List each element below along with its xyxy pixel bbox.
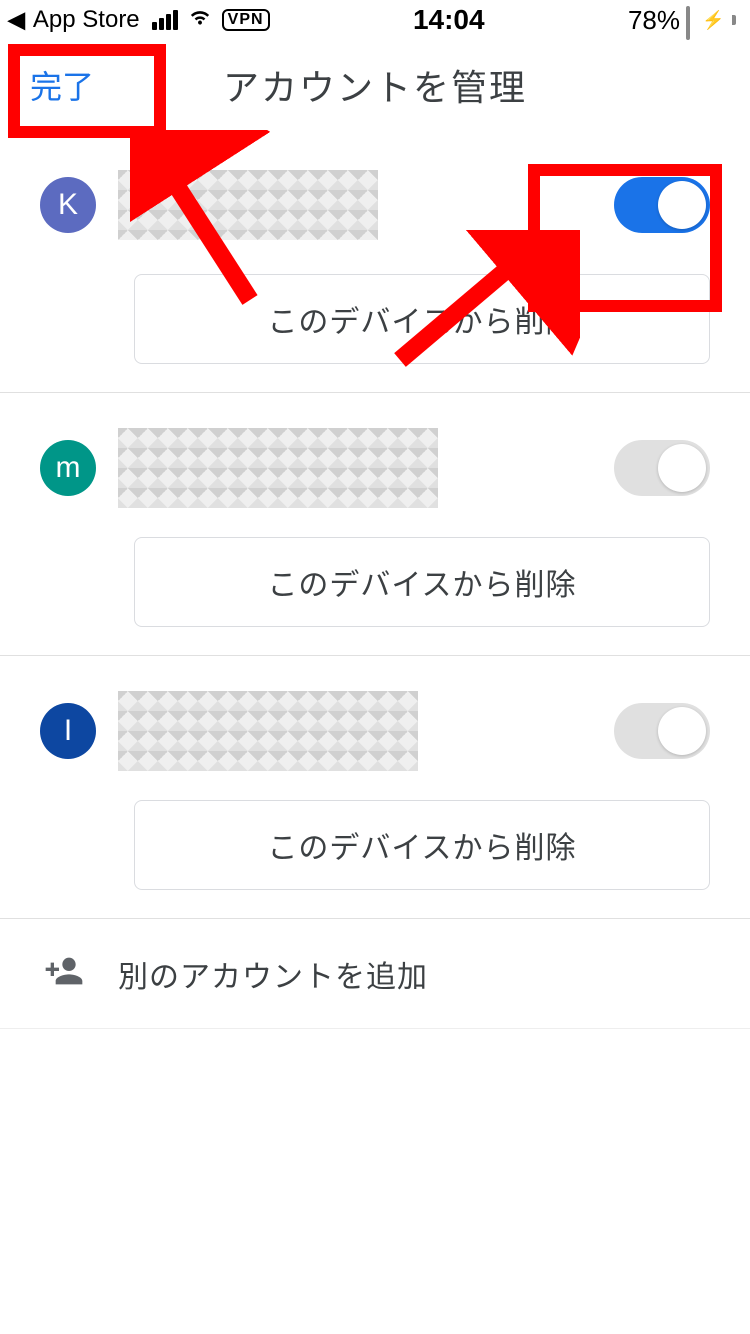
- back-app-label[interactable]: App Store: [33, 6, 140, 34]
- account-name-redacted-1: [118, 428, 438, 508]
- account-name-redacted-2: [118, 691, 418, 771]
- page-title: アカウントを管理: [223, 59, 527, 111]
- account-name-redacted-0: [118, 170, 378, 240]
- account-section-0: K このデバイスから削除: [0, 130, 750, 393]
- account-section-2: I このデバイスから削除: [0, 656, 750, 919]
- account-info-2: [118, 691, 592, 771]
- remove-device-button-0[interactable]: このデバイスから削除: [134, 274, 710, 364]
- add-account-row[interactable]: 別のアカウントを追加: [0, 919, 750, 1029]
- battery-percent: 78%: [628, 5, 680, 36]
- vpn-badge: VPN: [222, 9, 270, 31]
- account-row-2: I: [0, 686, 750, 776]
- account-toggle-1[interactable]: [614, 440, 710, 496]
- add-account-label: 別のアカウントを追加: [118, 952, 428, 996]
- status-time: 14:04: [413, 4, 485, 36]
- cellular-signal-icon: [152, 10, 178, 30]
- wifi-icon: [186, 3, 214, 38]
- avatar-0[interactable]: K: [40, 177, 96, 233]
- account-toggle-2[interactable]: [614, 703, 710, 759]
- avatar-2[interactable]: I: [40, 703, 96, 759]
- account-toggle-0[interactable]: [614, 177, 710, 233]
- status-left: ◀ App Store VPN: [8, 3, 270, 38]
- person-add-icon: [44, 951, 84, 996]
- account-row-0: K: [0, 160, 750, 250]
- account-section-1: m このデバイスから削除: [0, 393, 750, 656]
- account-info-0: [118, 170, 592, 240]
- done-button[interactable]: 完了: [30, 62, 94, 108]
- battery-icon: ⚡: [686, 8, 736, 32]
- status-bar: ◀ App Store VPN 14:04 78% ⚡: [0, 0, 750, 40]
- avatar-1[interactable]: m: [40, 440, 96, 496]
- nav-header: 完了 アカウントを管理: [0, 40, 750, 130]
- account-info-1: [118, 428, 592, 508]
- back-caret-icon[interactable]: ◀: [8, 7, 25, 33]
- remove-device-button-2[interactable]: このデバイスから削除: [134, 800, 710, 890]
- account-row-1: m: [0, 423, 750, 513]
- status-right: 78% ⚡: [628, 5, 736, 36]
- remove-device-button-1[interactable]: このデバイスから削除: [134, 537, 710, 627]
